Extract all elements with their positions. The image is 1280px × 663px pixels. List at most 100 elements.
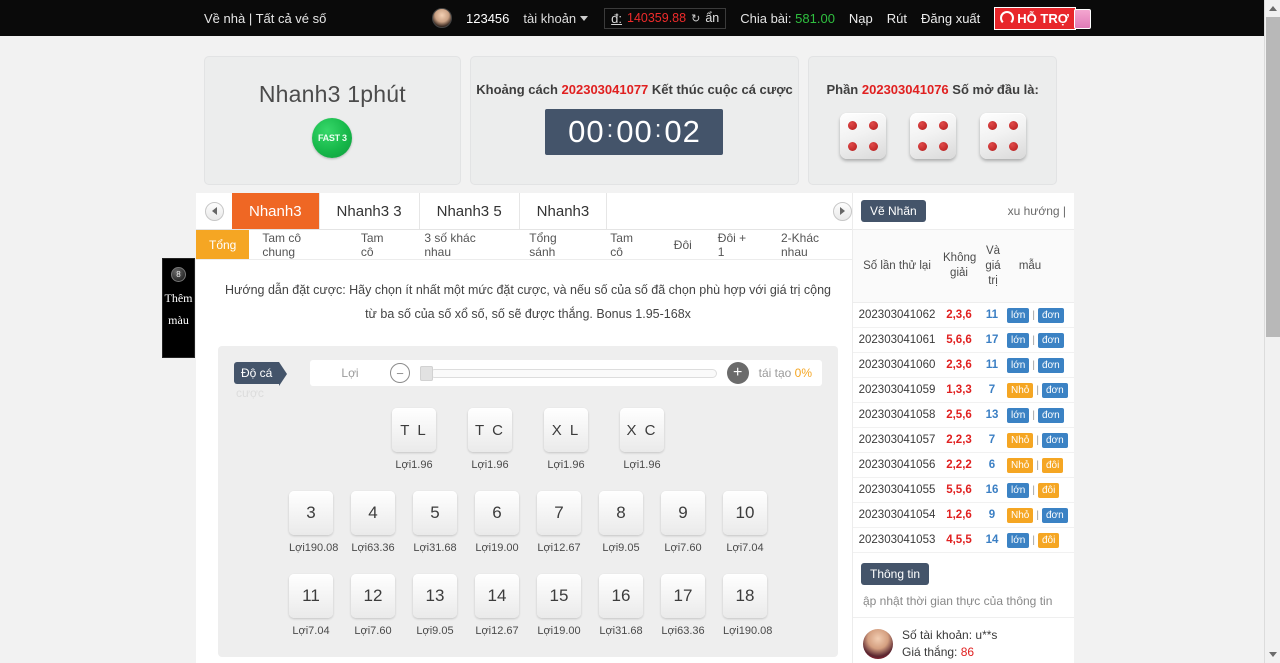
countdown-card: Khoảng cách 202303041077 Kết thúc cuộc c… xyxy=(470,56,800,185)
status-badge-parity: đơn xyxy=(1042,433,1068,448)
avatar xyxy=(432,8,452,28)
bet-type-tab-5[interactable]: Tổng sánh xyxy=(516,230,597,259)
decrease-button[interactable]: − xyxy=(390,363,410,383)
chevron-down-icon xyxy=(580,16,588,21)
chevron-right-icon xyxy=(833,202,852,221)
logout-button[interactable]: Đăng xuất xyxy=(921,11,980,26)
bet-option[interactable]: 13Lợi9.05 xyxy=(413,574,457,637)
bet-option-chip[interactable]: 6 xyxy=(475,491,519,535)
bet-option-chip[interactable]: 16 xyxy=(599,574,643,618)
bet-option[interactable]: T LLợi1.96 xyxy=(392,408,436,471)
bet-option-chip[interactable]: X L xyxy=(544,408,588,452)
badge-separator: | xyxy=(1036,385,1039,396)
bet-option-chip[interactable]: 12 xyxy=(351,574,395,618)
result-header: Phần 202303041076 Số mở đầu là: xyxy=(808,56,1057,97)
bet-option[interactable]: X CLợi1.96 xyxy=(620,408,664,471)
bet-option[interactable]: 6Lợi19.00 xyxy=(475,491,519,554)
bet-option[interactable]: 18Lợi190.08 xyxy=(723,574,767,637)
bet-option[interactable]: 14Lợi12.67 xyxy=(475,574,519,637)
bet-option-chip[interactable]: 14 xyxy=(475,574,519,618)
bet-option[interactable]: T CLợi1.96 xyxy=(468,408,512,471)
bet-option-chip[interactable]: T C xyxy=(468,408,512,452)
bet-option-chip[interactable]: 17 xyxy=(661,574,705,618)
trend-link[interactable]: xu hướng | xyxy=(1008,204,1066,218)
account-menu[interactable]: tài khoản xyxy=(523,11,588,26)
bet-type-tab-2[interactable]: Tam cô chung xyxy=(249,230,347,259)
support-button[interactable]: HỖ TRỢ xyxy=(994,7,1076,30)
bet-option-odds: Lợi12.67 xyxy=(537,542,581,554)
bet-option[interactable]: 8Lợi9.05 xyxy=(599,491,643,554)
bet-option[interactable]: X LLợi1.96 xyxy=(544,408,588,471)
hide-balance-button[interactable]: ẩn xyxy=(705,11,719,25)
game-tab-3[interactable]: Nhanh3 5 xyxy=(420,193,520,229)
game-tab-2[interactable]: Nhanh3 3 xyxy=(320,193,420,229)
bet-option-odds: Lợi7.60 xyxy=(351,625,395,637)
bet-type-tab-8[interactable]: Đôi + 1 xyxy=(705,230,768,259)
page-scrollbar[interactable] xyxy=(1264,0,1280,663)
bet-option[interactable]: 17Lợi63.36 xyxy=(661,574,705,637)
die-pip xyxy=(1009,121,1018,130)
bet-option-chip[interactable]: 11 xyxy=(289,574,333,618)
bet-option[interactable]: 3Lợi190.08 xyxy=(289,491,333,554)
table-row: 2023030410602,3,611lớn|đơn xyxy=(853,353,1074,378)
status-badge-parity: đơn xyxy=(1038,333,1064,348)
reset-percent[interactable]: tái tạo 0% xyxy=(759,366,812,380)
timer-hours: 00 xyxy=(568,114,604,150)
bet-type-tab-1[interactable]: Tổng xyxy=(196,230,249,259)
game-tab-1[interactable]: Nhanh3 xyxy=(232,193,320,229)
bet-option-chip[interactable]: 10 xyxy=(723,491,767,535)
scroll-down-button[interactable] xyxy=(1265,646,1280,663)
bet-type-tab-7[interactable]: Đôi xyxy=(661,230,705,259)
bet-option[interactable]: 7 Lợi12.67 xyxy=(537,491,581,554)
result-die-2 xyxy=(910,113,956,159)
bet-option-chip[interactable]: 13 xyxy=(413,574,457,618)
bet-type-tab-6[interactable]: Tam cô xyxy=(597,230,661,259)
draw-label-button[interactable]: Vẽ Nhãn xyxy=(861,200,926,222)
die-pip xyxy=(988,142,997,151)
column-header-round: Số lần thử lại xyxy=(853,259,941,274)
bet-option[interactable]: 5Lợi31.68 xyxy=(413,491,457,554)
status-badge-size: lớn xyxy=(1007,308,1029,323)
tabs-prev-button[interactable] xyxy=(196,193,232,229)
bet-option[interactable]: 12 Lợi7.60 xyxy=(351,574,395,637)
deposit-button[interactable]: Nạp xyxy=(849,11,873,26)
increase-button[interactable]: + xyxy=(727,362,749,384)
bet-option-chip[interactable]: 8 xyxy=(599,491,643,535)
result-die-3 xyxy=(980,113,1026,159)
withdraw-button[interactable]: Rút xyxy=(887,11,907,26)
chevron-up-icon xyxy=(1269,6,1277,11)
bet-option-chip[interactable]: 9 xyxy=(661,491,705,535)
bet-type-tab-4[interactable]: 3 số khác nhau xyxy=(411,230,516,259)
bet-option[interactable]: 9Lợi7.60 xyxy=(661,491,705,554)
bet-option-chip[interactable]: 7 xyxy=(537,491,581,535)
winner-account-label: Số tài khoản: xyxy=(902,628,972,642)
table-row: 2023030410622,3,611lớn|đơn xyxy=(853,303,1074,328)
info-header: Thông tin xyxy=(853,563,1074,585)
bet-option[interactable]: 11Lợi7.04 xyxy=(289,574,333,637)
bet-option-chip[interactable]: 4 xyxy=(351,491,395,535)
info-button[interactable]: Thông tin xyxy=(861,563,929,585)
home-links[interactable]: Về nhà | Tất cả vé số xyxy=(204,11,326,26)
bet-option-chip[interactable]: T L xyxy=(392,408,436,452)
refresh-icon[interactable]: ↻ xyxy=(691,12,700,25)
bet-option-chip[interactable]: 5 xyxy=(413,491,457,535)
scrollbar-thumb[interactable] xyxy=(1266,17,1280,337)
bet-type-tab-3[interactable]: Tam cô xyxy=(348,230,412,259)
bet-amount-slider[interactable] xyxy=(420,368,717,378)
scroll-up-button[interactable] xyxy=(1265,0,1280,17)
bet-type-tab-9[interactable]: 2-Khác nhau xyxy=(768,230,860,259)
bet-option[interactable]: 15Lợi19.00 xyxy=(537,574,581,637)
game-tab-4[interactable]: Nhanh3 xyxy=(520,193,608,229)
bet-option[interactable]: 10Lợi7.04 xyxy=(723,491,767,554)
table-row: 2023030410555,5,616lớn|đôi xyxy=(853,478,1074,503)
bet-option-chip[interactable]: 3 xyxy=(289,491,333,535)
bet-option-chip[interactable]: 15 xyxy=(537,574,581,618)
bet-option[interactable]: 16Lợi31.68 xyxy=(599,574,643,637)
add-color-tab[interactable]: 8 Thêm màu xyxy=(162,258,195,358)
bet-option-chip[interactable]: 18 xyxy=(723,574,767,618)
slider-handle[interactable] xyxy=(420,366,433,381)
bet-option[interactable]: 4Lợi63.36 xyxy=(351,491,395,554)
row-round-id: 202303041060 xyxy=(853,359,941,371)
bet-option-chip[interactable]: X C xyxy=(620,408,664,452)
game-info-card: Nhanh3 1phút FAST 3 xyxy=(204,56,461,185)
